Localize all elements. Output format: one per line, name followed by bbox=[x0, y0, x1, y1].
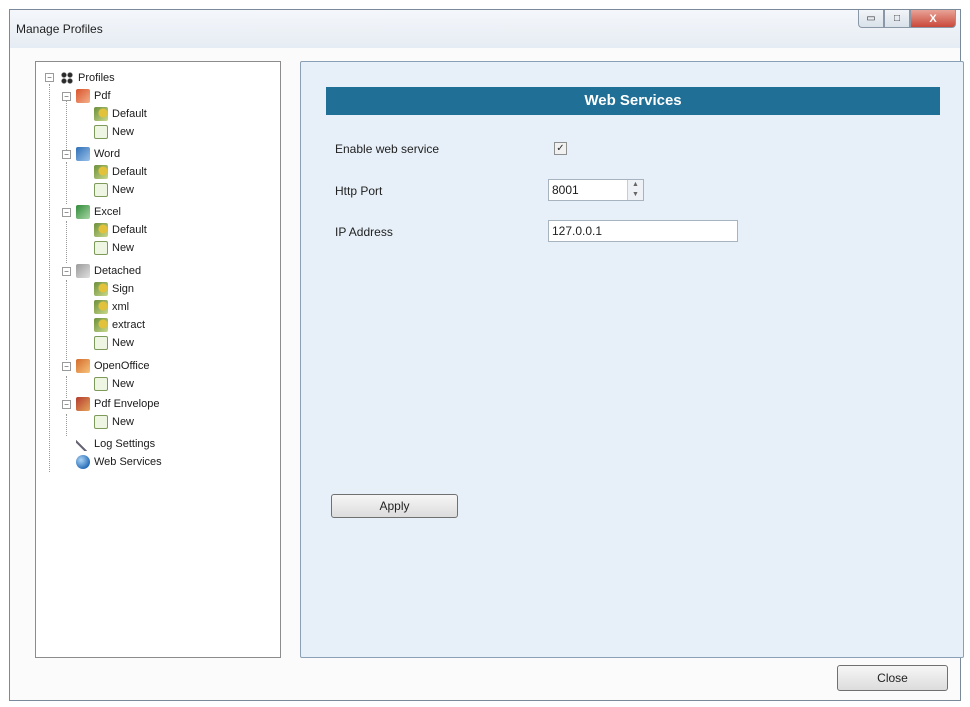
profile-icon bbox=[94, 318, 108, 332]
title-bar[interactable]: Manage Profiles ▭ □ X bbox=[10, 10, 960, 48]
tree-node-label: xml bbox=[112, 301, 130, 313]
profile-icon bbox=[94, 300, 108, 314]
tree-node-label: Log Settings bbox=[94, 438, 156, 450]
new-profile-icon bbox=[94, 377, 108, 391]
tree-line bbox=[66, 98, 67, 158]
detached-icon bbox=[76, 264, 90, 278]
tree-node-label: Excel bbox=[94, 206, 121, 218]
tree-node-detached-extract[interactable]: extract bbox=[94, 317, 145, 333]
tree-node-label: extract bbox=[112, 319, 146, 331]
expander-pdf-envelope[interactable]: − bbox=[62, 400, 71, 409]
tree-node-pdf[interactable]: Pdf bbox=[76, 88, 111, 104]
new-profile-icon bbox=[94, 125, 108, 139]
tree-node-word[interactable]: Word bbox=[76, 146, 120, 162]
expander-excel[interactable]: − bbox=[62, 208, 71, 217]
tree-node-label: Word bbox=[94, 148, 121, 160]
http-port-stepper[interactable]: 8001 ▲ ▼ bbox=[548, 179, 644, 201]
close-window-button[interactable]: X bbox=[910, 10, 956, 28]
tree-node-label: Pdf bbox=[94, 90, 111, 102]
tree-node-detached-sign[interactable]: Sign bbox=[94, 281, 134, 297]
tree-node-detached[interactable]: Detached bbox=[76, 263, 141, 279]
spin-up-icon[interactable]: ▲ bbox=[628, 180, 643, 190]
profile-icon bbox=[94, 223, 108, 237]
tree-node-label: Pdf Envelope bbox=[94, 398, 160, 410]
tree-node-label: New bbox=[112, 242, 135, 254]
tree-node-label: Web Services bbox=[94, 456, 162, 468]
tree-node-log-settings[interactable]: Log Settings bbox=[76, 436, 155, 452]
expander-pdf[interactable]: − bbox=[62, 92, 71, 101]
envelope-icon bbox=[76, 397, 90, 411]
tree-node-pdf-new[interactable]: New bbox=[94, 124, 134, 140]
close-button[interactable]: Close bbox=[837, 665, 948, 691]
new-profile-icon bbox=[94, 336, 108, 350]
openoffice-icon bbox=[76, 359, 90, 373]
ip-address-input[interactable] bbox=[548, 220, 738, 242]
web-services-panel: Web Services Enable web service ✓ Http P… bbox=[300, 61, 964, 658]
expander-profiles[interactable]: − bbox=[45, 73, 54, 82]
panel-header: Web Services bbox=[326, 87, 940, 115]
new-profile-icon bbox=[94, 415, 108, 429]
tree-node-detached-new[interactable]: New bbox=[94, 335, 134, 351]
tree-node-pdf-envelope-new[interactable]: New bbox=[94, 414, 134, 430]
new-profile-icon bbox=[94, 183, 108, 197]
minimize-button[interactable]: ▭ bbox=[858, 10, 884, 28]
tree-line bbox=[66, 376, 67, 398]
enable-web-service-label: Enable web service bbox=[335, 142, 440, 156]
ip-address-label: IP Address bbox=[335, 225, 393, 239]
tree-node-openoffice-new[interactable]: New bbox=[94, 376, 134, 392]
new-profile-icon bbox=[94, 241, 108, 255]
tree-node-word-default[interactable]: Default bbox=[94, 164, 147, 180]
log-settings-icon bbox=[76, 437, 90, 451]
profiles-tree[interactable]: − Profiles − Pdf Default New − Word Defa… bbox=[35, 61, 281, 658]
tree-node-word-new[interactable]: New bbox=[94, 182, 134, 198]
profiles-icon bbox=[60, 71, 74, 85]
tree-node-openoffice[interactable]: OpenOffice bbox=[76, 358, 149, 374]
tree-node-excel-new[interactable]: New bbox=[94, 240, 134, 256]
tree-node-web-services[interactable]: Web Services bbox=[76, 454, 162, 470]
apply-button[interactable]: Apply bbox=[331, 494, 458, 518]
tree-node-label: Default bbox=[112, 166, 147, 178]
tree-node-label: Default bbox=[112, 108, 147, 120]
globe-icon bbox=[76, 455, 90, 469]
tree-node-excel[interactable]: Excel bbox=[76, 204, 121, 220]
profile-icon bbox=[94, 165, 108, 179]
expander-openoffice[interactable]: − bbox=[62, 362, 71, 371]
tree-node-profiles[interactable]: Profiles bbox=[60, 70, 115, 86]
tree-node-label: Default bbox=[112, 224, 147, 236]
expander-word[interactable]: − bbox=[62, 150, 71, 159]
profile-icon bbox=[94, 282, 108, 296]
expander-detached[interactable]: − bbox=[62, 267, 71, 276]
word-icon bbox=[76, 147, 90, 161]
tree-line bbox=[49, 84, 50, 472]
tree-line bbox=[66, 162, 67, 204]
tree-node-label: OpenOffice bbox=[94, 360, 150, 372]
tree-line bbox=[66, 221, 67, 263]
tree-node-label: Sign bbox=[112, 283, 135, 295]
http-port-value: 8001 bbox=[552, 183, 579, 197]
tree-node-pdf-default[interactable]: Default bbox=[94, 106, 147, 122]
maximize-button[interactable]: □ bbox=[884, 10, 910, 28]
profile-icon bbox=[94, 107, 108, 121]
tree-node-excel-default[interactable]: Default bbox=[94, 222, 147, 238]
tree-node-pdf-envelope[interactable]: Pdf Envelope bbox=[76, 396, 159, 412]
pdf-icon bbox=[76, 89, 90, 103]
spin-buttons[interactable]: ▲ ▼ bbox=[627, 180, 643, 200]
tree-node-label: New bbox=[112, 126, 135, 138]
window-title: Manage Profiles bbox=[16, 22, 103, 36]
tree-node-label: New bbox=[112, 337, 135, 349]
tree-node-label: Profiles bbox=[78, 72, 115, 84]
tree-node-label: New bbox=[112, 184, 135, 196]
tree-node-label: New bbox=[112, 416, 135, 428]
tree-node-label: Detached bbox=[94, 265, 142, 277]
tree-line bbox=[66, 280, 67, 360]
window-controls: ▭ □ X bbox=[858, 10, 956, 30]
http-port-label: Http Port bbox=[335, 184, 383, 198]
manage-profiles-window: Manage Profiles ▭ □ X − Profiles − Pdf D… bbox=[9, 9, 964, 701]
tree-node-detached-xml[interactable]: xml bbox=[94, 299, 129, 315]
spin-down-icon[interactable]: ▼ bbox=[628, 190, 643, 200]
enable-web-service-checkbox[interactable]: ✓ bbox=[554, 142, 567, 155]
tree-line bbox=[66, 414, 67, 436]
tree-node-label: New bbox=[112, 378, 135, 390]
excel-icon bbox=[76, 205, 90, 219]
